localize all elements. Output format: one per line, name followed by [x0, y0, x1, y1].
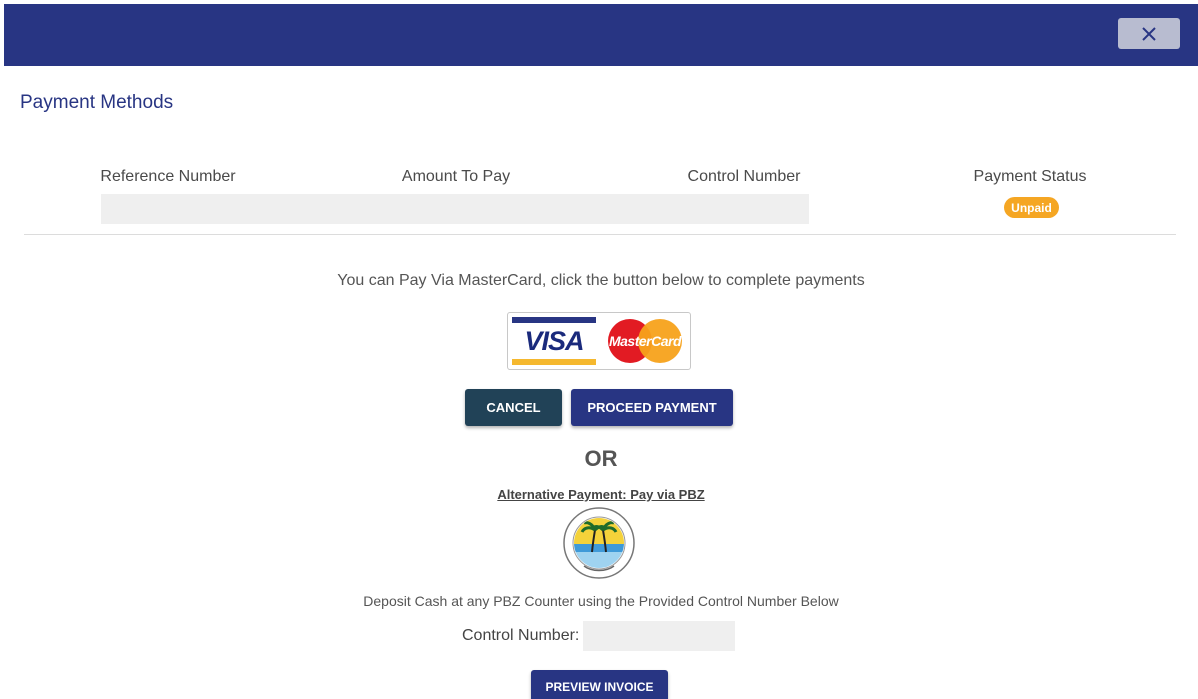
- reference-number-header: Reference Number: [100, 168, 236, 185]
- payment-status-header: Payment Status: [973, 168, 1087, 185]
- alternative-payment-link[interactable]: Alternative Payment: Pay via PBZ: [4, 487, 1198, 502]
- close-icon: [1142, 26, 1156, 41]
- payment-dialog: Payment Methods Reference Number Amount …: [4, 4, 1198, 699]
- preview-invoice-button[interactable]: PREVIEW INVOICE: [531, 670, 668, 699]
- card-payment-instructions: You can Pay Via MasterCard, click the bu…: [337, 272, 865, 289]
- proceed-payment-button[interactable]: PROCEED PAYMENT: [571, 389, 733, 426]
- close-button[interactable]: [1118, 18, 1180, 49]
- status-badge: Unpaid: [1004, 197, 1059, 218]
- or-separator: OR: [584, 446, 618, 471]
- deposit-instructions: Deposit Cash at any PBZ Counter using th…: [363, 593, 839, 609]
- amount-to-pay-header: Amount To Pay: [401, 168, 511, 185]
- control-number-label: Control Number:: [462, 627, 580, 644]
- page-title: Payment Methods: [20, 92, 174, 113]
- cancel-button[interactable]: CANCEL: [465, 389, 562, 426]
- pbz-bank-seal-logo: [563, 507, 635, 579]
- summary-values-strip: [101, 194, 809, 224]
- mastercard-logo-text: MasterCard: [608, 333, 682, 349]
- mastercard-logo: MasterCard: [604, 317, 686, 365]
- visa-logo-text: VISA: [524, 326, 584, 356]
- control-number-header: Control Number: [687, 168, 801, 185]
- control-number-field: [583, 621, 735, 651]
- divider: [24, 234, 1176, 235]
- payment-summary: Reference Number Amount To Pay Control N…: [4, 166, 1198, 236]
- visa-logo: VISA: [512, 317, 596, 365]
- dialog-header: [4, 4, 1198, 66]
- card-brands-logo: VISA MasterCard: [507, 312, 691, 370]
